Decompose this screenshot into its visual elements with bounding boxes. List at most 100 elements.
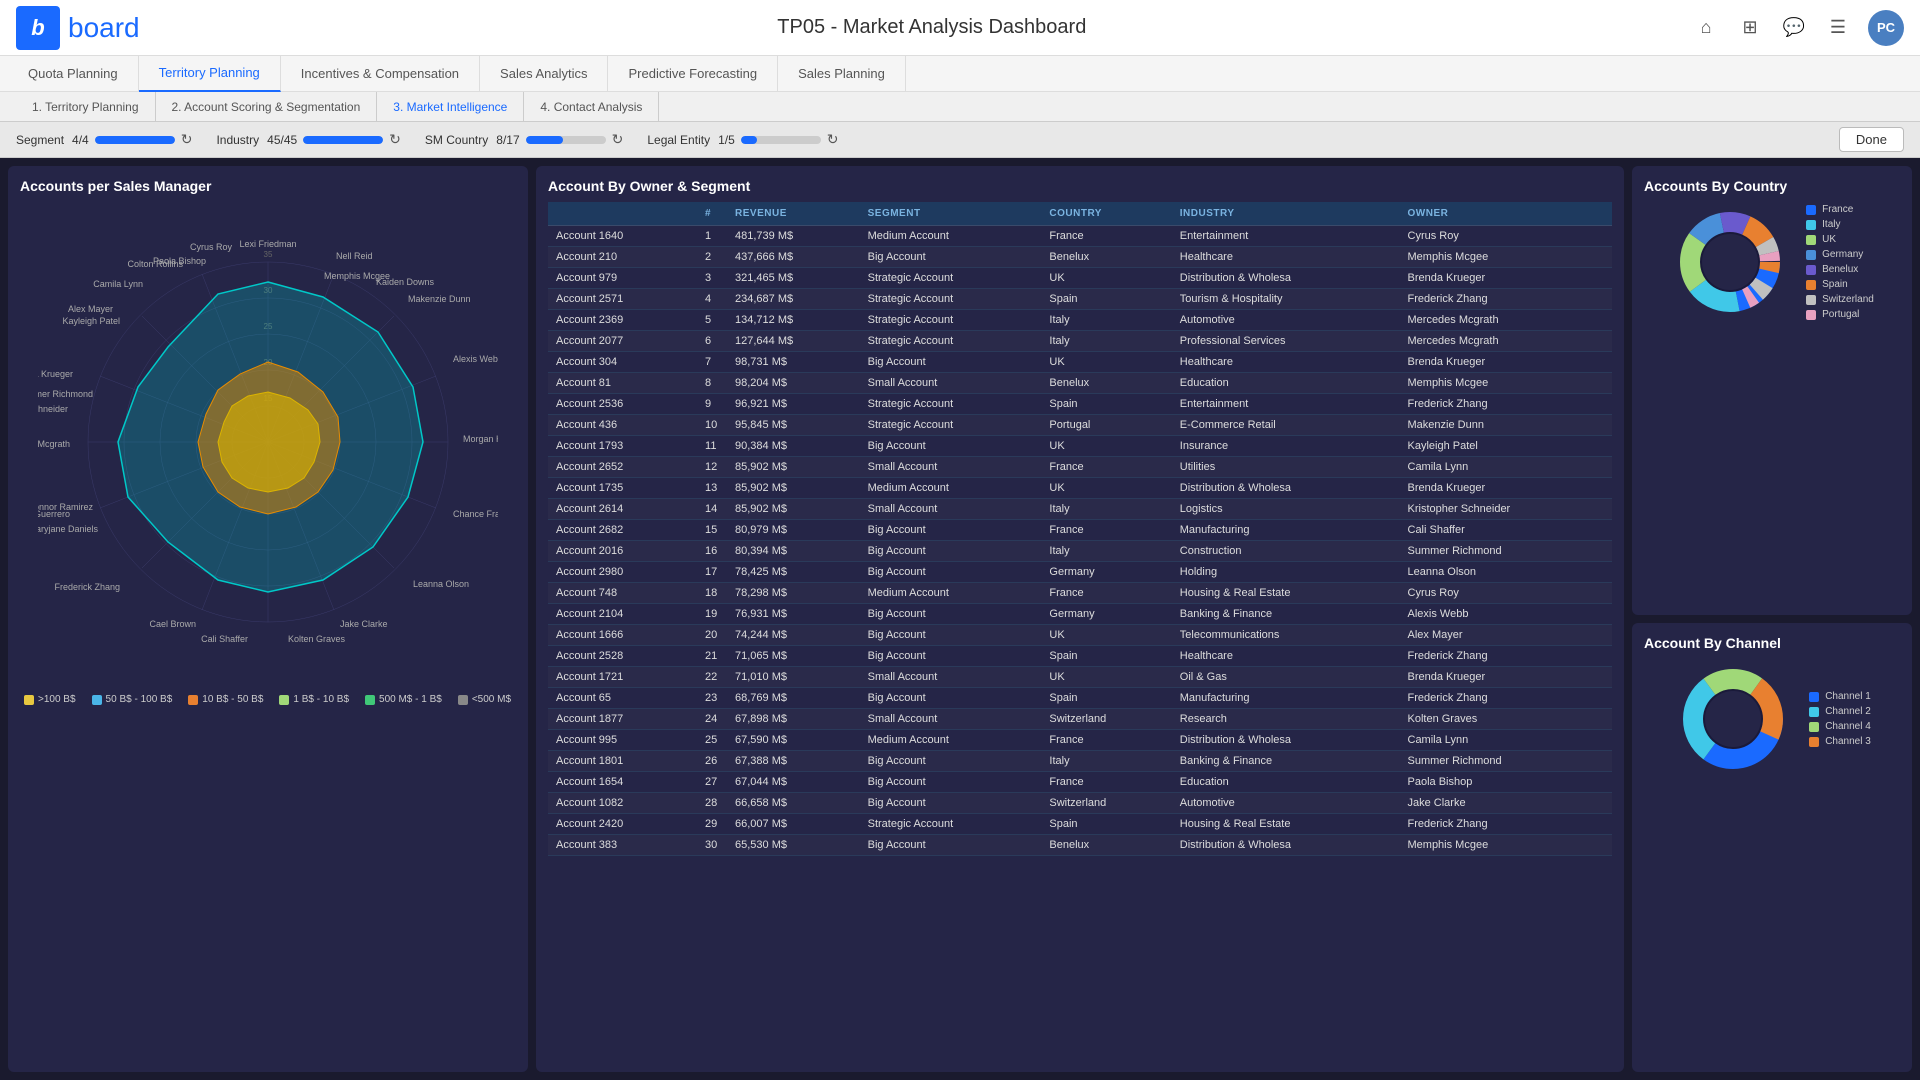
table-row[interactable]: Account 1666 20 74,244 M$ Big Account UK… (548, 625, 1612, 646)
table-row[interactable]: Account 81 8 98,204 M$ Small Account Ben… (548, 373, 1612, 394)
country-label-france: France (1822, 204, 1853, 215)
legend-dot-4 (365, 695, 375, 705)
cell-industry: Research (1172, 709, 1400, 730)
by-country-card: Accounts By Country (1632, 166, 1912, 615)
cell-account-name: Account 2652 (548, 457, 697, 478)
cell-revenue: 68,769 M$ (727, 688, 860, 709)
cell-owner: Mercedes Mcgrath (1400, 331, 1613, 352)
logo-icon: b (31, 15, 44, 41)
col-header-segment: SEGMENT (860, 202, 1042, 226)
table-row[interactable]: Account 383 30 65,530 M$ Big Account Ben… (548, 835, 1612, 856)
table-row[interactable]: Account 2077 6 127,644 M$ Strategic Acco… (548, 331, 1612, 352)
table-row[interactable]: Account 1877 24 67,898 M$ Small Account … (548, 709, 1612, 730)
cell-num: 5 (697, 310, 727, 331)
cell-num: 21 (697, 646, 727, 667)
cell-num: 29 (697, 814, 727, 835)
account-table-scroll[interactable]: # REVENUE SEGMENT COUNTRY INDUSTRY OWNER… (548, 202, 1612, 1060)
menu-icon[interactable]: ☰ (1824, 14, 1852, 42)
cell-owner: Camila Lynn (1400, 730, 1613, 751)
cell-num: 24 (697, 709, 727, 730)
table-row[interactable]: Account 2682 15 80,979 M$ Big Account Fr… (548, 520, 1612, 541)
table-row[interactable]: Account 2652 12 85,902 M$ Small Account … (548, 457, 1612, 478)
cell-country: France (1041, 730, 1171, 751)
cell-num: 26 (697, 751, 727, 772)
nav-item-sales-analytics[interactable]: Sales Analytics (480, 56, 608, 92)
nav-item-quota[interactable]: Quota Planning (8, 56, 139, 92)
left-panel-title: Accounts per Sales Manager (20, 178, 516, 194)
nav-item-predictive[interactable]: Predictive Forecasting (608, 56, 778, 92)
sm-country-refresh-icon[interactable]: ↻ (612, 131, 624, 148)
cell-owner: Brenda Krueger (1400, 478, 1613, 499)
filter-industry-progress: 45/45 ↻ (267, 131, 401, 148)
nav-item-territory[interactable]: Territory Planning (139, 56, 281, 92)
cell-num: 13 (697, 478, 727, 499)
table-row[interactable]: Account 2980 17 78,425 M$ Big Account Ge… (548, 562, 1612, 583)
table-row[interactable]: Account 436 10 95,845 M$ Strategic Accou… (548, 415, 1612, 436)
table-row[interactable]: Account 2536 9 96,921 M$ Strategic Accou… (548, 394, 1612, 415)
done-button[interactable]: Done (1839, 127, 1904, 152)
table-row[interactable]: Account 2104 19 76,931 M$ Big Account Ge… (548, 604, 1612, 625)
home-icon[interactable]: ⌂ (1692, 14, 1720, 42)
segment-refresh-icon[interactable]: ↻ (181, 131, 193, 148)
nav-item-sales-planning[interactable]: Sales Planning (778, 56, 906, 92)
subnav-market-intelligence[interactable]: 3. Market Intelligence (377, 92, 524, 122)
table-row[interactable]: Account 995 25 67,590 M$ Medium Account … (548, 730, 1612, 751)
cell-industry: Healthcare (1172, 352, 1400, 373)
cell-country: Benelux (1041, 247, 1171, 268)
country-donut-svg (1670, 202, 1790, 322)
industry-refresh-icon[interactable]: ↻ (389, 131, 401, 148)
cell-industry: Entertainment (1172, 394, 1400, 415)
table-row[interactable]: Account 304 7 98,731 M$ Big Account UK H… (548, 352, 1612, 373)
table-row[interactable]: Account 2016 16 80,394 M$ Big Account It… (548, 541, 1612, 562)
table-row[interactable]: Account 2369 5 134,712 M$ Strategic Acco… (548, 310, 1612, 331)
logo-box: b (16, 6, 60, 50)
country-label-germany: Germany (1822, 249, 1863, 260)
table-row[interactable]: Account 210 2 437,666 M$ Big Account Ben… (548, 247, 1612, 268)
subnav-account-scoring[interactable]: 2. Account Scoring & Segmentation (156, 92, 378, 122)
avatar[interactable]: PC (1868, 10, 1904, 46)
channel-dot-3 (1809, 737, 1819, 747)
table-row[interactable]: Account 1801 26 67,388 M$ Big Account It… (548, 751, 1612, 772)
table-row[interactable]: Account 1082 28 66,658 M$ Big Account Sw… (548, 793, 1612, 814)
filter-industry[interactable]: Industry 45/45 ↻ (216, 131, 400, 148)
country-legend-spain: Spain (1806, 279, 1874, 290)
country-label-switzerland: Switzerland (1822, 294, 1874, 305)
table-row[interactable]: Account 1735 13 85,902 M$ Medium Account… (548, 478, 1612, 499)
table-row[interactable]: Account 1640 1 481,739 M$ Medium Account… (548, 226, 1612, 247)
table-row[interactable]: Account 1793 11 90,384 M$ Big Account UK… (548, 436, 1612, 457)
subnav-contact-analysis[interactable]: 4. Contact Analysis (524, 92, 659, 122)
table-row[interactable]: Account 1654 27 67,044 M$ Big Account Fr… (548, 772, 1612, 793)
cell-country: France (1041, 520, 1171, 541)
filter-sm-country[interactable]: SM Country 8/17 ↻ (425, 131, 623, 148)
radar-svg: 35 30 25 20 15 (38, 212, 498, 672)
cell-account-name: Account 2420 (548, 814, 697, 835)
table-row[interactable]: Account 979 3 321,465 M$ Strategic Accou… (548, 268, 1612, 289)
table-row[interactable]: Account 2571 4 234,687 M$ Strategic Acco… (548, 289, 1612, 310)
legal-entity-refresh-icon[interactable]: ↻ (827, 131, 839, 148)
cell-account-name: Account 1082 (548, 793, 697, 814)
grid-icon[interactable]: ⊞ (1736, 14, 1764, 42)
filter-legal-entity[interactable]: Legal Entity 1/5 ↻ (647, 131, 838, 148)
table-row[interactable]: Account 2528 21 71,065 M$ Big Account Sp… (548, 646, 1612, 667)
filter-sm-country-fill (526, 136, 564, 144)
cell-account-name: Account 1654 (548, 772, 697, 793)
cell-segment: Big Account (860, 436, 1042, 457)
filter-sm-country-label: SM Country (425, 133, 488, 147)
cell-country: Italy (1041, 751, 1171, 772)
cell-account-name: Account 2571 (548, 289, 697, 310)
table-row[interactable]: Account 1721 22 71,010 M$ Small Account … (548, 667, 1612, 688)
table-row[interactable]: Account 748 18 78,298 M$ Medium Account … (548, 583, 1612, 604)
filter-segment[interactable]: Segment 4/4 ↻ (16, 131, 192, 148)
table-row[interactable]: Account 65 23 68,769 M$ Big Account Spai… (548, 688, 1612, 709)
nav-item-incentives[interactable]: Incentives & Compensation (281, 56, 480, 92)
table-row[interactable]: Account 2614 14 85,902 M$ Small Account … (548, 499, 1612, 520)
subnav-territory-planning[interactable]: 1. Territory Planning (16, 92, 156, 122)
table-row[interactable]: Account 2420 29 66,007 M$ Strategic Acco… (548, 814, 1612, 835)
filter-sm-country-value: 8/17 (496, 133, 519, 147)
cell-segment: Big Account (860, 541, 1042, 562)
cell-revenue: 134,712 M$ (727, 310, 860, 331)
cell-owner: Cyrus Roy (1400, 583, 1613, 604)
chat-icon[interactable]: 💬 (1780, 14, 1808, 42)
svg-text:Cali Shaffer: Cali Shaffer (201, 634, 248, 644)
svg-text:Brenda Krueger: Brenda Krueger (38, 369, 73, 379)
